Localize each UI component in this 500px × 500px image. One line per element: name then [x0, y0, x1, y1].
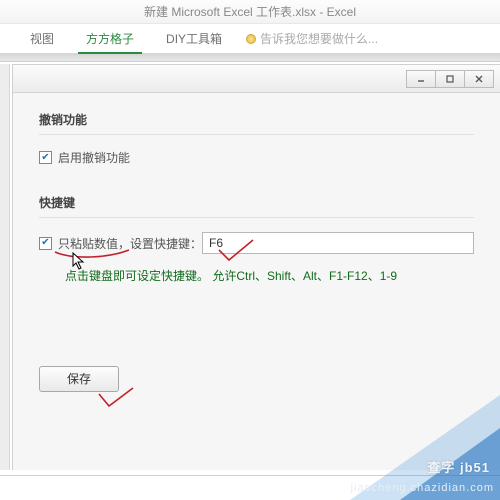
ribbon-tab-view[interactable]: 视图: [22, 26, 62, 53]
ribbon-tab-diy[interactable]: DIY工具箱: [158, 26, 230, 53]
annotation-mark: [97, 388, 137, 415]
shortcut-hint: 点击键盘即可设定快捷键。 允许Ctrl、Shift、Alt、F1-F12、1-9: [65, 266, 474, 288]
section-title-undo: 撤销功能: [39, 111, 474, 135]
enable-undo-checkbox[interactable]: [39, 151, 52, 164]
section-title-shortcut: 快捷键: [39, 194, 474, 218]
close-button[interactable]: [464, 70, 494, 88]
annotation-mark: [217, 242, 257, 269]
left-gutter: [0, 64, 10, 470]
enable-undo-label: 启用撤销功能: [58, 149, 130, 166]
ribbon-tab-label: 方方格子: [86, 32, 134, 46]
maximize-button[interactable]: [435, 70, 465, 88]
enable-undo-row: 启用撤销功能: [39, 149, 474, 166]
ribbon-tab-label: DIY工具箱: [166, 32, 222, 46]
ribbon: 视图 方方格子 DIY工具箱 告诉我您想要做什么...: [0, 24, 500, 54]
annotation-mark: [53, 248, 133, 265]
ribbon-tab-fanggezi[interactable]: 方方格子: [78, 26, 142, 53]
dialog-titlebar: [13, 65, 500, 93]
save-area: 保存: [39, 366, 474, 392]
section-title-shortcut-text: 快捷键: [39, 196, 75, 210]
ribbon-tab-label: 视图: [30, 32, 54, 46]
watermark-text-1: 查字 jb51: [427, 457, 490, 476]
section-title-undo-text: 撤销功能: [39, 113, 87, 127]
window-title: 新建 Microsoft Excel 工作表.xlsx - Excel: [0, 0, 500, 24]
minimize-button[interactable]: [406, 70, 436, 88]
save-button-label: 保存: [67, 372, 91, 386]
ribbon-divider: [0, 54, 500, 62]
tell-me-placeholder: 告诉我您想要做什么...: [260, 30, 378, 47]
watermark-text-2: jiaocheng.chazidian.com: [351, 482, 494, 494]
window-title-text: 新建 Microsoft Excel 工作表.xlsx - Excel: [144, 5, 356, 19]
shortcut-hint-text: 点击键盘即可设定快捷键。 允许Ctrl、Shift、Alt、F1-F12、1-9: [65, 269, 397, 283]
tell-me-search[interactable]: 告诉我您想要做什么...: [246, 30, 378, 53]
lightbulb-icon: [246, 34, 256, 44]
dialog-body: 撤销功能 启用撤销功能 快捷键 只粘贴数值，设置快捷键： 点击键盘即可设定快捷键…: [13, 93, 500, 410]
paste-values-row: 只粘贴数值，设置快捷键：: [39, 232, 474, 254]
paste-values-checkbox[interactable]: [39, 237, 52, 250]
cursor-icon: [72, 252, 86, 273]
